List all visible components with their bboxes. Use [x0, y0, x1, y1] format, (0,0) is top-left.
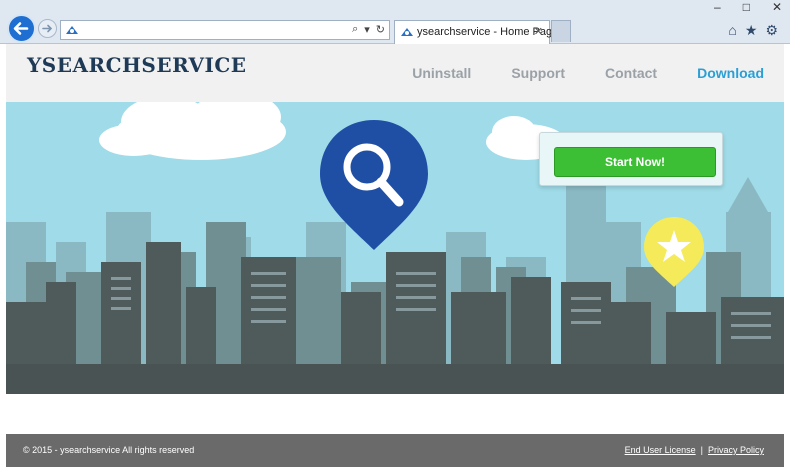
footer-links: End User License | Privacy Policy	[625, 445, 764, 455]
search-icon[interactable]: ⌕	[352, 23, 358, 36]
web-page: YSEARCHSERVICE Uninstall Support Contact…	[6, 44, 784, 467]
close-window-button[interactable]: ✕	[772, 0, 782, 14]
site-favicon-icon	[66, 26, 78, 34]
site-logo[interactable]: YSEARCHSERVICE	[27, 53, 247, 77]
window-controls: – □ ✕	[714, 0, 782, 14]
address-input[interactable]	[83, 23, 323, 37]
tab-close-icon[interactable]: ✕	[534, 25, 543, 38]
nav-contact[interactable]: Contact	[605, 65, 657, 81]
minimize-button[interactable]: –	[714, 0, 721, 14]
privacy-policy-link[interactable]: Privacy Policy	[708, 445, 764, 455]
footer-copyright: © 2015 - ysearchservice All rights reser…	[23, 445, 195, 455]
home-icon[interactable]: ⌂	[728, 22, 736, 39]
ground	[6, 364, 784, 394]
address-bar[interactable]: ⌕ ▾ ↻	[60, 20, 390, 40]
nav-support[interactable]: Support	[511, 65, 565, 81]
gear-icon[interactable]: ⚙	[765, 22, 778, 39]
site-footer: © 2015 - ysearchservice All rights reser…	[6, 434, 784, 467]
hero-banner: Start Now!	[6, 102, 784, 394]
star-icon[interactable]: ★	[745, 22, 758, 39]
nav-download[interactable]: Download	[697, 65, 764, 81]
browser-chrome: – □ ✕ ⌕ ▾ ↻ ysearchservice - Home Page ✕…	[0, 0, 790, 44]
refresh-icon[interactable]: ↻	[376, 23, 385, 36]
cta-panel: Start Now!	[539, 132, 723, 186]
back-button[interactable]	[7, 14, 36, 43]
site-header: YSEARCHSERVICE Uninstall Support Contact…	[6, 44, 784, 102]
arrow-left-icon	[13, 22, 29, 35]
dropdown-icon[interactable]: ▾	[364, 23, 370, 36]
start-now-button[interactable]: Start Now!	[554, 147, 716, 177]
footer-separator: |	[700, 445, 703, 455]
new-tab-button[interactable]	[551, 20, 571, 42]
browser-toolbar: ⌂ ★ ⚙	[728, 22, 778, 39]
maximize-button[interactable]: □	[743, 0, 750, 14]
address-tools: ⌕ ▾ ↻	[352, 23, 385, 36]
arrow-right-icon	[42, 24, 53, 33]
nav-uninstall[interactable]: Uninstall	[412, 65, 471, 81]
site-favicon-icon	[401, 28, 413, 36]
site-nav: Uninstall Support Contact Download	[412, 65, 764, 81]
forward-button[interactable]	[38, 19, 57, 38]
end-user-license-link[interactable]: End User License	[625, 445, 696, 455]
tab-home-page[interactable]: ysearchservice - Home Page ✕	[394, 20, 558, 44]
